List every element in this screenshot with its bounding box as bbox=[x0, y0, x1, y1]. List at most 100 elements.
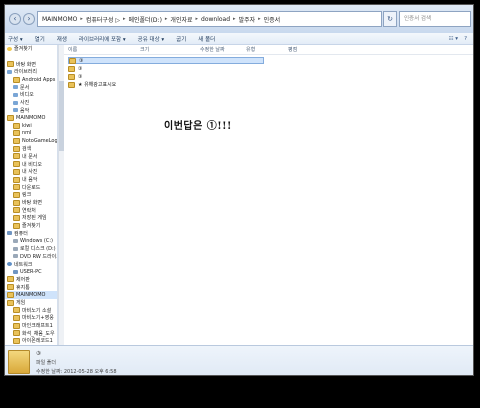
screen-frame: ‹ › MAINMOMO ▸ 컴퓨터구성 ▷ ▸ 메인폴더(D:) ▸ 개인자료 ▸ downl… bbox=[0, 0, 480, 408]
nav-item[interactable]: 아이온레코드1 bbox=[5, 337, 57, 345]
nav-item[interactable]: MAINMOMO bbox=[5, 291, 57, 299]
column-size[interactable]: 크기 bbox=[140, 46, 149, 53]
nav-item[interactable]: kiwi bbox=[5, 122, 57, 130]
forward-arrow-icon[interactable]: › bbox=[23, 13, 35, 25]
nav-item[interactable]: 화석_채움_도우 bbox=[5, 329, 57, 337]
breadcrumb-item[interactable]: 개인자료 bbox=[170, 15, 192, 24]
nav-item[interactable]: 즐겨찾기 bbox=[5, 45, 57, 53]
nav-item-label: DVD RW 드라이브 bbox=[20, 253, 57, 260]
folder-icon bbox=[13, 138, 20, 145]
nav-item[interactable]: 문서 bbox=[5, 83, 57, 91]
toolbar-item[interactable]: 굽기 bbox=[176, 35, 186, 43]
nav-item[interactable]: 마비노기+영웅 bbox=[5, 314, 57, 322]
nav-item[interactable]: MAINMOMO bbox=[5, 114, 57, 122]
toolbar-item[interactable]: 공유 대상 ▾ bbox=[138, 35, 165, 43]
column-type[interactable]: 유형 bbox=[246, 46, 255, 53]
nav-item[interactable]: 휴지통 bbox=[5, 283, 57, 291]
chevron-right-icon[interactable]: ▸ bbox=[80, 16, 83, 22]
back-arrow-icon[interactable]: ‹ bbox=[9, 13, 21, 25]
nav-item-label: 검색 bbox=[22, 146, 32, 153]
column-rating[interactable]: 평점 bbox=[288, 46, 297, 53]
nav-item[interactable]: 비디오 bbox=[5, 91, 57, 99]
breadcrumb-item[interactable]: 인증서 bbox=[264, 15, 281, 24]
toolbar-item[interactable]: 구성 ▾ bbox=[8, 35, 23, 43]
nav-item[interactable]: 내 음악 bbox=[5, 176, 57, 184]
chevron-right-icon[interactable]: ▸ bbox=[165, 16, 168, 22]
nav-item-label: 아이온레코드1 bbox=[22, 338, 53, 345]
nav-item[interactable]: 내 비디오 bbox=[5, 160, 57, 168]
toolbar-item[interactable]: 라이브러리에 포함 ▾ bbox=[79, 35, 126, 43]
nav-item[interactable]: Windows (C:) bbox=[5, 237, 57, 245]
folder-icon bbox=[7, 284, 14, 291]
nav-item[interactable]: 검색 bbox=[5, 145, 57, 153]
folder-icon bbox=[13, 207, 20, 214]
nav-item[interactable]: 마비노기 소설 bbox=[5, 306, 57, 314]
nav-item[interactable]: 로컬 디스크 (D:) bbox=[5, 245, 57, 253]
nav-item[interactable]: 내 사진 bbox=[5, 168, 57, 176]
network-icon bbox=[7, 262, 12, 267]
toolbar-item[interactable]: 재생 bbox=[57, 35, 67, 43]
nav-item[interactable]: Android Apps bbox=[5, 76, 57, 84]
nav-item-label: 마비노기 소설 bbox=[22, 307, 52, 314]
toolbar-item[interactable]: 새 폴더 bbox=[198, 35, 215, 43]
nav-item[interactable]: 바탕 화면 bbox=[5, 199, 57, 207]
nav-item[interactable]: 제어판 bbox=[5, 276, 57, 284]
nav-item[interactable]: 음악 bbox=[5, 107, 57, 115]
file-row[interactable]: ★ 유해광고표시요 bbox=[68, 81, 264, 88]
nav-item[interactable]: nml bbox=[5, 130, 57, 138]
nav-item[interactable]: 게임 bbox=[5, 299, 57, 307]
nav-item[interactable]: 컴퓨터 bbox=[5, 230, 57, 238]
file-row[interactable]: ③ bbox=[68, 57, 264, 64]
nav-item[interactable]: 내 문서 bbox=[5, 153, 57, 161]
help-icon[interactable]: ? bbox=[464, 36, 467, 42]
breadcrumb-item[interactable]: 발주자 bbox=[239, 15, 256, 24]
nav-item-label: 마비노기+영웅 bbox=[22, 315, 54, 322]
column-name[interactable]: 이름 bbox=[68, 46, 77, 53]
nav-item[interactable]: DVD RW 드라이브 bbox=[5, 253, 57, 261]
nav-item bbox=[5, 53, 57, 61]
folder-icon bbox=[13, 145, 20, 152]
nav-item[interactable]: USER-PC bbox=[5, 268, 57, 276]
file-name: ③ bbox=[79, 57, 84, 64]
breadcrumb[interactable]: MAINMOMO ▸ 컴퓨터구성 ▷ ▸ 메인폴더(D:) ▸ 개인자료 ▸ download ▸… bbox=[37, 11, 382, 27]
file-row[interactable]: ③ bbox=[68, 73, 264, 80]
nav-item-label: 비디오 bbox=[20, 92, 34, 99]
command-bar: 구성 ▾ 열기 재생 라이브러리에 포함 ▾ 공유 대상 ▾ 굽기 새 폴더 ☷ ▾? bbox=[5, 33, 473, 45]
nav-item-label: 바탕 화면 bbox=[16, 61, 36, 68]
column-date[interactable]: 수정한 날짜 bbox=[200, 46, 225, 53]
nav-item-label: 로컬 디스크 (D:) bbox=[20, 246, 56, 253]
chevron-right-icon[interactable]: ▸ bbox=[258, 16, 261, 22]
nav-item[interactable]: 마인크래프트1 bbox=[5, 322, 57, 330]
search-input[interactable]: 인증서 검색 bbox=[399, 11, 471, 27]
file-row[interactable]: ③ bbox=[68, 65, 264, 72]
nav-item-label: 저장된 게임 bbox=[22, 215, 47, 222]
breadcrumb-item[interactable]: MAINMOMO bbox=[42, 16, 77, 23]
chevron-right-icon[interactable]: ▸ bbox=[233, 16, 236, 22]
folder-icon bbox=[13, 176, 20, 183]
nav-item[interactable]: 네트워크 bbox=[5, 260, 57, 268]
nav-item[interactable]: 바탕 화면 bbox=[5, 60, 57, 68]
chevron-right-icon[interactable]: ▸ bbox=[123, 16, 126, 22]
nav-item[interactable]: 라이브러리 bbox=[5, 68, 57, 76]
breadcrumb-item[interactable]: download bbox=[201, 16, 230, 23]
computer-icon bbox=[13, 269, 18, 274]
nav-item[interactable]: 사진 bbox=[5, 99, 57, 107]
nav-item[interactable]: 즐겨찾기 bbox=[5, 222, 57, 230]
nav-item[interactable]: 연락처 bbox=[5, 206, 57, 214]
chevron-right-icon[interactable]: ▸ bbox=[196, 16, 199, 22]
breadcrumb-item[interactable]: 메인폴더(D:) bbox=[129, 15, 162, 24]
folder-icon bbox=[8, 350, 30, 374]
toolbar-item[interactable]: 열기 bbox=[35, 35, 45, 43]
nav-item[interactable]: NotoGameLog bbox=[5, 137, 57, 145]
drive-icon bbox=[13, 246, 18, 251]
folder-icon bbox=[13, 184, 20, 191]
nav-item[interactable]: 링크 bbox=[5, 191, 57, 199]
nav-item-label: USER-PC bbox=[20, 268, 42, 275]
nav-item[interactable]: 다운로드 bbox=[5, 183, 57, 191]
folder-icon bbox=[13, 330, 20, 337]
nav-item-label: 내 문서 bbox=[22, 153, 38, 160]
breadcrumb-item[interactable]: 컴퓨터구성 ▷ bbox=[86, 15, 120, 24]
refresh-icon[interactable]: ↻ bbox=[383, 11, 397, 27]
nav-item[interactable]: 저장된 게임 bbox=[5, 214, 57, 222]
view-options-icon[interactable]: ☷ ▾ bbox=[449, 36, 458, 42]
